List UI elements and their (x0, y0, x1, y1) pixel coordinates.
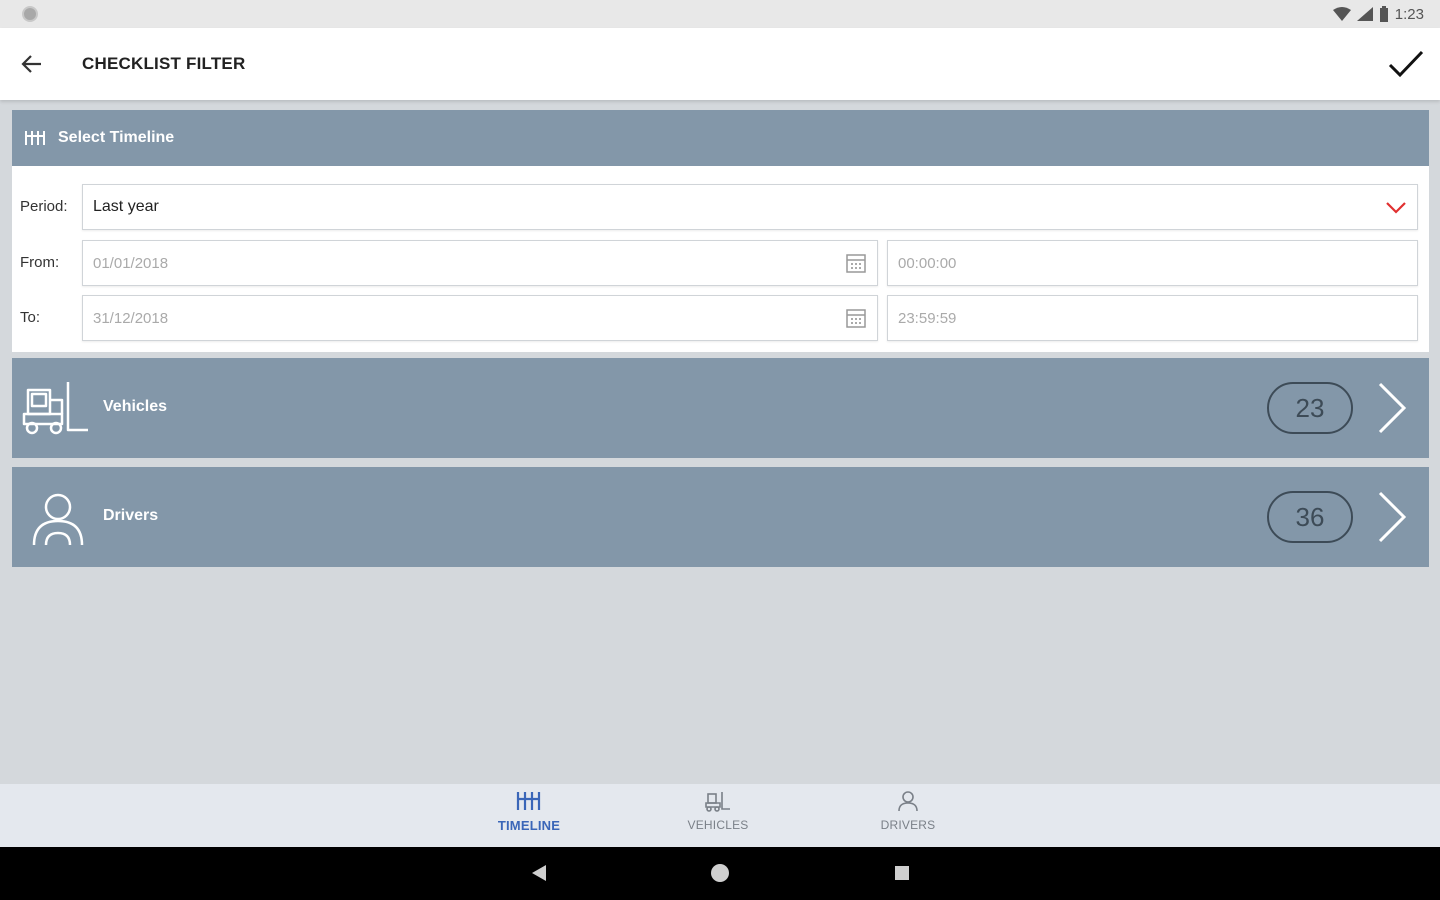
notification-dot-icon (22, 6, 38, 22)
from-time-field[interactable]: 00:00:00 (887, 240, 1418, 286)
confirm-button[interactable] (1386, 44, 1426, 84)
tab-timeline-label: TIMELINE (497, 818, 561, 833)
app-bar: CHECKLIST FILTER (0, 28, 1440, 100)
timeline-header-label: Select Timeline (58, 129, 175, 146)
timeline-section-header: Select Timeline (12, 110, 1429, 166)
calendar-icon[interactable] (845, 252, 867, 274)
person-icon (898, 791, 918, 812)
status-indicators: 1:23 (1332, 5, 1424, 23)
bottom-nav: TIMELINE VEHICLES DRIVERS (0, 784, 1440, 847)
check-icon (1388, 50, 1424, 78)
from-time-value: 00:00:00 (898, 254, 957, 272)
battery-icon (1379, 6, 1388, 22)
calendar-icon[interactable] (845, 307, 867, 329)
vehicles-row[interactable]: Vehicles 23 (12, 358, 1429, 458)
page-title: CHECKLIST FILTER (82, 54, 246, 73)
tab-drivers[interactable]: DRIVERS (848, 790, 968, 832)
status-bar: 1:23 (0, 0, 1440, 28)
period-select[interactable]: Last year (82, 184, 1418, 230)
forklift-icon (22, 382, 88, 435)
drivers-row[interactable]: Drivers 36 (12, 467, 1429, 567)
chevron-down-icon (1386, 202, 1406, 214)
status-time: 1:23 (1394, 5, 1424, 23)
system-home-icon[interactable] (709, 862, 731, 884)
tab-vehicles[interactable]: VEHICLES (658, 790, 778, 832)
person-icon (32, 493, 84, 546)
from-date-value: 01/01/2018 (93, 254, 169, 272)
tab-drivers-label: DRIVERS (880, 818, 936, 832)
to-row: To: 31/12/2018 23:59:59 (12, 295, 1429, 341)
vehicles-label: Vehicles (103, 398, 168, 415)
period-label: Period: (20, 198, 68, 215)
forklift-icon (705, 792, 730, 812)
to-time-value: 23:59:59 (898, 309, 957, 327)
from-date-field[interactable]: 01/01/2018 (82, 240, 878, 286)
timeline-icon (25, 131, 45, 145)
to-date-value: 31/12/2018 (93, 309, 169, 327)
period-row: Period: Last year (12, 184, 1429, 230)
from-label: From: (20, 254, 60, 271)
chevron-right-icon (1378, 382, 1407, 434)
system-recents-icon[interactable] (894, 865, 910, 881)
signal-icon (1356, 7, 1373, 21)
tab-vehicles-label: VEHICLES (687, 818, 749, 832)
to-date-field[interactable]: 31/12/2018 (82, 295, 878, 341)
system-nav-bar (0, 847, 1440, 900)
to-time-field[interactable]: 23:59:59 (887, 295, 1418, 341)
back-button[interactable] (12, 44, 52, 84)
tab-timeline[interactable]: TIMELINE (469, 790, 589, 833)
system-back-icon[interactable] (530, 863, 548, 883)
chevron-right-icon (1378, 491, 1407, 543)
wifi-icon (1332, 7, 1351, 21)
from-row: From: 01/01/2018 00:00:00 (12, 240, 1429, 286)
drivers-label: Drivers (103, 507, 159, 524)
timeline-icon (516, 792, 541, 810)
period-value: Last year (93, 198, 159, 215)
timeline-card: Select Timeline Period: Last year From: … (12, 110, 1429, 352)
to-label: To: (20, 309, 41, 326)
drivers-count-badge: 36 (1267, 491, 1353, 543)
vehicles-count-badge: 23 (1267, 382, 1353, 434)
arrow-left-icon (21, 55, 41, 73)
